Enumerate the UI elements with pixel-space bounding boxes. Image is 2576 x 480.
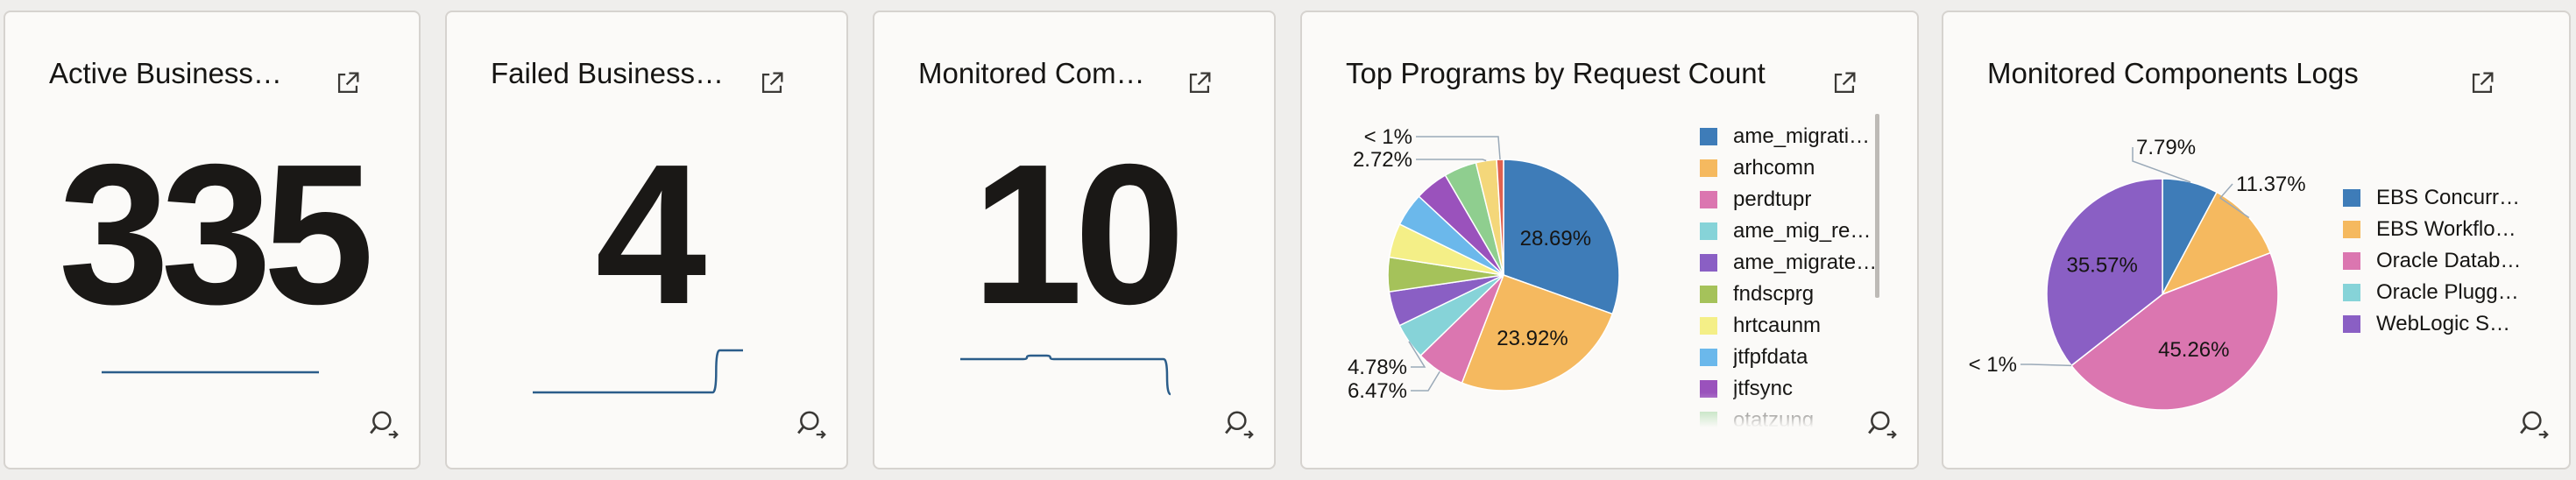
legend-label: fndscprg (1733, 282, 1815, 306)
legend-swatch (1700, 254, 1717, 272)
legend-item[interactable]: hrtcaunm (1700, 310, 1893, 342)
legend-label: Oracle Datab… (2376, 249, 2522, 272)
slice-label: 35.57% (2066, 253, 2137, 277)
slice-label: 6.47% (1348, 379, 1407, 403)
tile-title: Monitored Com… (918, 57, 1145, 89)
legend-swatch (1700, 286, 1717, 303)
legend-item[interactable]: ame_migrate… (1700, 247, 1893, 279)
tile-failed-business: Failed Business… 4 (445, 11, 848, 469)
legend-label: EBS Concurr… (2376, 186, 2521, 209)
legend-swatch (2343, 284, 2360, 301)
search-drill-down-icon[interactable] (1866, 408, 1900, 441)
legend: ame_migrati…arhcomn perdtupr ame_mig_re…am… (1700, 121, 1893, 427)
tile-monitored-components: Monitored Com… 10 (873, 11, 1276, 469)
slice-label: 11.37% (2236, 173, 2306, 196)
legend-swatch (2343, 189, 2360, 207)
pie-chart-top-programs: 28.69% 23.92% 6.47%4.78% 2.72%< 1% (1348, 125, 1620, 403)
legend-item[interactable]: perdtupr (1700, 184, 1893, 215)
tile-active-business: Active Business… 335 (4, 11, 421, 469)
open-in-new-window-icon[interactable] (1829, 68, 1859, 98)
legend-label: perdtupr (1733, 187, 1812, 211)
tile-title: Monitored Components Logs (1987, 57, 2359, 89)
trend-sparkline (960, 354, 1171, 396)
trend-sparkline (533, 349, 743, 394)
tile-title: Top Programs by Request Count (1346, 57, 1766, 89)
open-in-new-window-icon[interactable] (333, 68, 363, 98)
legend-item[interactable]: ame_migrati… (1700, 121, 1893, 152)
legend-item[interactable]: arhcomn (1700, 152, 1893, 184)
legend-item[interactable]: fndscprg (1700, 279, 1893, 310)
search-drill-down-icon[interactable] (1223, 408, 1256, 441)
leader-line (1416, 159, 1487, 162)
legend-item[interactable]: EBS Concurr… (2343, 182, 2544, 214)
legend-label: ame_migrate… (1733, 251, 1878, 274)
legend-swatch (2343, 221, 2360, 238)
search-drill-down-icon[interactable] (2518, 408, 2551, 441)
legend-swatch (1700, 128, 1717, 145)
slice-label: 23.92% (1497, 327, 1568, 350)
tile-title: Active Business… (49, 57, 282, 89)
trend-sparkline (102, 371, 319, 374)
legend-label: Oracle Plugg… (2376, 280, 2519, 304)
legend-swatch (1700, 412, 1717, 427)
slice-label: 4.78% (1348, 356, 1407, 379)
legend-item[interactable]: EBS Workflo… (2343, 214, 2544, 245)
legend-label: arhcomn (1733, 156, 1815, 180)
legend-label: WebLogic S… (2376, 312, 2510, 335)
open-in-new-window-icon[interactable] (1185, 68, 1214, 98)
open-in-new-window-icon[interactable] (2467, 68, 2497, 98)
legend-item[interactable]: WebLogic S… (2343, 308, 2544, 340)
legend-swatch (1700, 349, 1717, 366)
legend-label: EBS Workflo… (2376, 217, 2516, 241)
leader-line (2020, 364, 2072, 367)
legend-label: ame_mig_re… (1733, 219, 1872, 243)
tile-monitored-components-logs: Monitored Components Logs 7.79% 11.37% 45.… (1942, 11, 2571, 469)
legend-item[interactable]: Oracle Plugg… (2343, 277, 2544, 308)
legend-item[interactable]: ame_mig_re… (1700, 215, 1893, 247)
pie-chart-components-logs: 7.79% 11.37% 45.26% < 1% 35.57% (1969, 136, 2306, 411)
legend-swatch (2343, 252, 2360, 270)
slice-label: < 1% (1364, 125, 1412, 149)
legend-item[interactable]: jtfsync (1700, 373, 1893, 405)
kpi-value: 335 (58, 124, 374, 346)
legend-item[interactable]: jtfpfdata (1700, 342, 1893, 373)
kpi-value: 10 (972, 124, 1185, 346)
legend-swatch (1700, 222, 1717, 240)
slice-label: 45.26% (2158, 338, 2229, 362)
legend-swatch (1700, 191, 1717, 208)
sparkline-series (533, 349, 743, 394)
legend-label: otatzung (1733, 408, 1815, 427)
tile-title: Failed Business… (491, 57, 724, 89)
slice-label: < 1% (1969, 353, 2017, 377)
legend-scrollbar[interactable] (1875, 114, 1879, 298)
legend-label: hrtcaunm (1733, 314, 1822, 337)
legend-label: jtfpfdata (1733, 345, 1808, 369)
slice-label: 2.72% (1353, 148, 1412, 172)
legend: EBS Concurr… EBS Workflo… Oracle Datab… Ora… (2343, 182, 2544, 357)
leader-line (1411, 371, 1440, 392)
tile-top-programs: Top Programs by Request Count 28.69% 23.9… (1300, 11, 1919, 469)
slice-label: 28.69% (1520, 227, 1591, 251)
legend-item[interactable]: Oracle Datab… (2343, 245, 2544, 277)
legend-swatch (2343, 315, 2360, 333)
sparkline-series (960, 354, 1171, 396)
leader-line (1416, 136, 1501, 160)
legend-label: ame_migrati… (1733, 124, 1871, 148)
slice-label: 7.79% (2136, 136, 2196, 159)
legend-item[interactable]: otatzung (1700, 405, 1893, 427)
open-in-new-window-icon[interactable] (757, 68, 787, 98)
legend-label: jtfsync (1733, 377, 1794, 400)
legend-swatch (1700, 317, 1717, 335)
legend-swatch (1700, 380, 1717, 398)
search-drill-down-icon[interactable] (796, 408, 829, 441)
legend-swatch (1700, 159, 1717, 177)
search-drill-down-icon[interactable] (368, 408, 401, 441)
kpi-value: 4 (595, 124, 707, 346)
